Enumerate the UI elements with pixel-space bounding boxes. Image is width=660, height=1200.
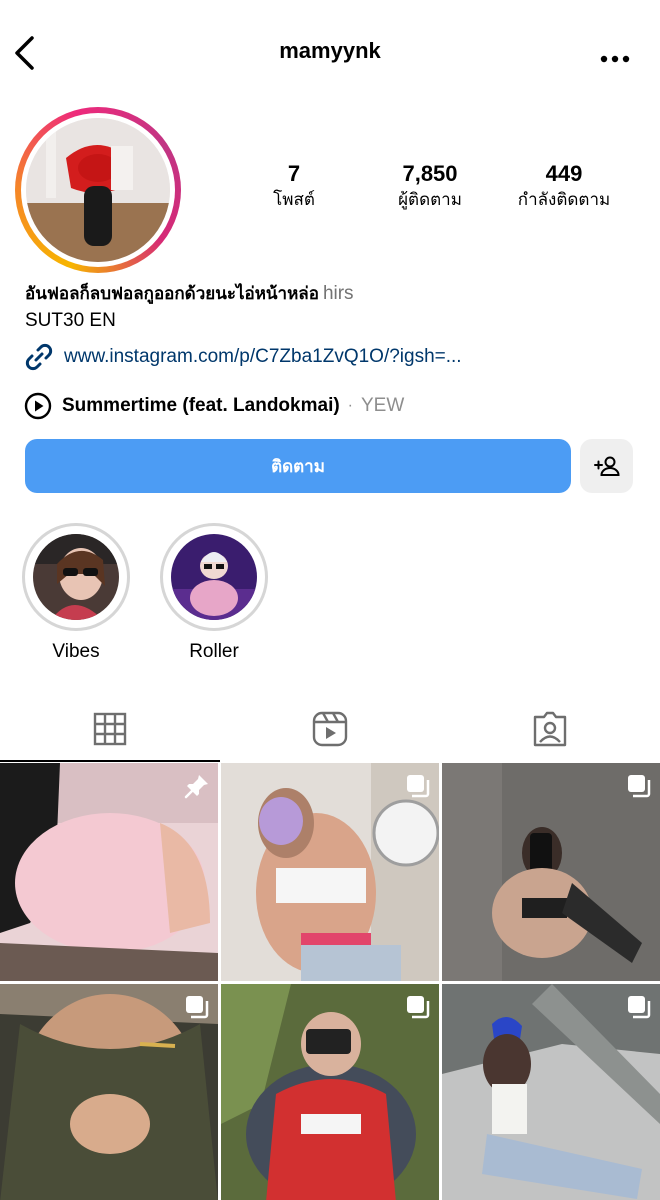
top-bar: mamyynk <box>0 0 660 104</box>
post-thumbnail[interactable] <box>0 763 218 981</box>
post-thumbnail[interactable] <box>0 984 218 1200</box>
active-tab-indicator <box>0 760 220 762</box>
tab-reels[interactable] <box>220 696 440 762</box>
reels-icon <box>312 711 348 747</box>
highlight-cover <box>33 534 119 620</box>
highlight-label: Roller <box>189 641 239 662</box>
add-person-icon <box>593 456 620 476</box>
highlight-vibes[interactable]: Vibes <box>21 523 131 663</box>
carousel-icon <box>628 996 651 1019</box>
carousel-icon <box>407 775 430 798</box>
display-name-row: อันฟอลก็ลบฟอลกูออกด้วยนะไอ่หน้าหล่อ hirs <box>25 280 354 307</box>
suggest-accounts-button[interactable] <box>580 439 633 493</box>
bio-link[interactable]: www.instagram.com/p/C7Zba1ZvQ1O/?igsh=..… <box>24 340 462 374</box>
carousel-icon <box>628 775 651 798</box>
display-name: อันฟอลก็ลบฟอลกูออกด้วยนะไอ่หน้าหล่อ <box>25 284 319 304</box>
carousel-icon <box>407 996 430 1019</box>
post-thumbnail[interactable] <box>221 984 439 1200</box>
follow-button[interactable]: ติดตาม <box>25 439 571 493</box>
highlight-roller[interactable]: Roller <box>159 523 269 663</box>
story-ring[interactable] <box>15 107 181 273</box>
following-label: กำลังติดตาม <box>517 190 611 210</box>
following-count: 449 <box>545 161 583 186</box>
music-artist: YEW <box>361 395 405 416</box>
highlight-cover <box>171 534 257 620</box>
posts-label: โพสต์ <box>273 190 315 210</box>
avatar <box>26 118 170 262</box>
link-text[interactable]: www.instagram.com/p/C7Zba1ZvQ1O/?igsh=..… <box>64 346 462 368</box>
posts-stat: 7 โพสต์ <box>259 160 329 212</box>
followers-stat[interactable]: 7,850 ผู้ติดตาม <box>378 160 482 212</box>
tagged-icon <box>533 711 567 747</box>
profile-tabs <box>0 696 660 762</box>
post-thumbnail[interactable] <box>221 763 439 981</box>
highlight-label: Vibes <box>52 641 100 662</box>
carousel-icon <box>186 996 209 1019</box>
more-horizontal-icon <box>600 55 630 63</box>
tab-tagged[interactable] <box>440 696 660 762</box>
pronouns: hirs <box>322 283 354 304</box>
post-thumbnail[interactable] <box>442 984 660 1200</box>
more-button[interactable] <box>600 50 630 63</box>
posts-grid <box>0 763 660 1200</box>
tab-posts[interactable] <box>0 696 220 762</box>
bio-text: SUT30 EN <box>25 310 116 331</box>
pin-icon <box>184 775 208 799</box>
music-row[interactable]: Summertime (feat. Landokmai) · YEW <box>24 390 404 422</box>
link-icon <box>25 343 53 371</box>
music-separator: · <box>347 397 353 414</box>
followers-label: ผู้ติดตาม <box>398 190 462 210</box>
profile-username: mamyynk <box>279 38 381 63</box>
post-thumbnail[interactable] <box>442 763 660 981</box>
play-circle-icon <box>24 392 52 420</box>
following-stat[interactable]: 449 กำลังติดตาม <box>500 160 628 212</box>
followers-count: 7,850 <box>402 161 458 186</box>
posts-count: 7 <box>287 161 301 186</box>
grid-icon <box>93 712 127 746</box>
music-title: Summertime (feat. Landokmai) <box>62 395 340 416</box>
